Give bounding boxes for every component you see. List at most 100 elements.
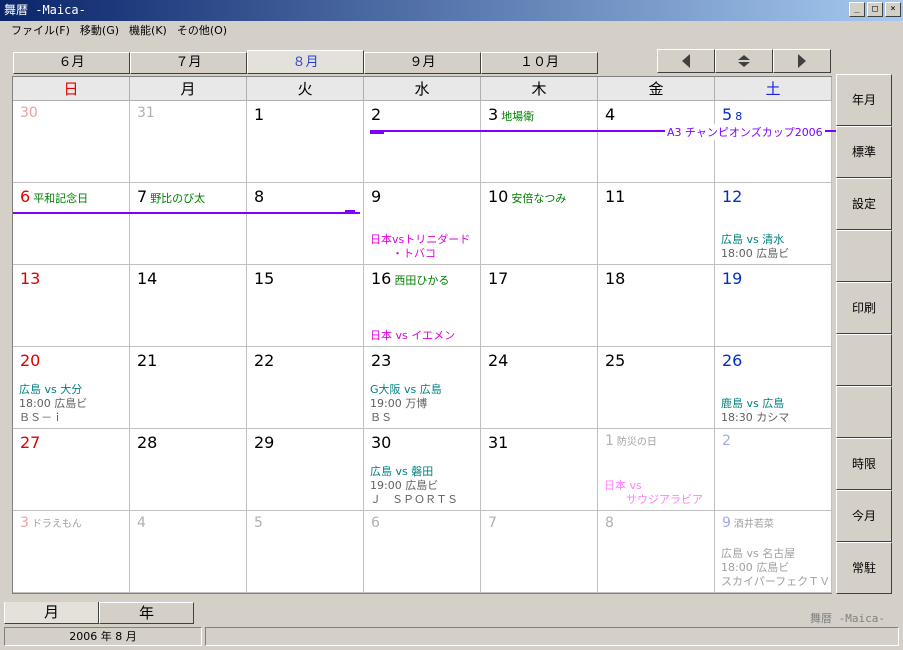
day-cell[interactable]: 3 ドラえもん: [13, 511, 130, 593]
day-cell[interactable]: 23 G大阪 vs 広島 19:00 万博 ＢＳ: [364, 347, 481, 429]
prev-month-button[interactable]: [657, 49, 715, 73]
day-cell[interactable]: 13: [13, 265, 130, 347]
side-button[interactable]: 今月: [836, 490, 892, 542]
day-cell[interactable]: 1: [247, 101, 364, 183]
event-text[interactable]: ＢＳ: [370, 411, 392, 425]
side-button[interactable]: 印刷: [836, 282, 892, 334]
day-cell[interactable]: 7 野比のび太: [130, 183, 247, 265]
day-number-text: 6: [20, 187, 31, 206]
event-text[interactable]: ・トバコ: [370, 247, 436, 261]
tab-month-view[interactable]: 月: [4, 602, 99, 624]
day-cell[interactable]: 26 鹿島 vs 広島 18:30 カシマ: [715, 347, 832, 429]
day-cell[interactable]: 16 西田ひかる 日本 vs イエメン: [364, 265, 481, 347]
updown-button[interactable]: [715, 49, 773, 73]
day-cell[interactable]: 18: [598, 265, 715, 347]
day-cell[interactable]: 11: [598, 183, 715, 265]
close-button[interactable]: ×: [885, 2, 901, 17]
day-cell[interactable]: 27: [13, 429, 130, 511]
event-text[interactable]: 18:00 広島ビ: [721, 561, 789, 575]
tab-october[interactable]: １０月: [481, 52, 598, 74]
side-button[interactable]: [836, 230, 892, 282]
day-number-text: 5: [254, 515, 263, 531]
event-text[interactable]: 広島 vs 名古屋: [721, 547, 795, 561]
day-cell[interactable]: 3 地場衛: [481, 101, 598, 183]
day-cell[interactable]: 9 日本vsトリニダード ・トバコ: [364, 183, 481, 265]
day-number: 22: [254, 351, 274, 370]
event-text[interactable]: ＢＳ－ｉ: [19, 411, 63, 425]
event-text[interactable]: 日本 vs: [604, 479, 642, 493]
tab-june[interactable]: ６月: [13, 52, 130, 74]
event-text[interactable]: G大阪 vs 広島: [370, 383, 442, 397]
tab-august[interactable]: ８月: [247, 50, 364, 74]
event-bar-marker[interactable]: [370, 132, 384, 134]
side-button[interactable]: 常駐: [836, 542, 892, 594]
day-cell[interactable]: 30 広島 vs 磐田 19:00 広島ビ Ｊ ＳＰＯＲＴＳ: [364, 429, 481, 511]
event-text[interactable]: 広島 vs 大分: [19, 383, 82, 397]
day-cell[interactable]: 5: [247, 511, 364, 593]
day-cell[interactable]: 20 広島 vs 大分 18:00 広島ビ ＢＳ－ｉ: [13, 347, 130, 429]
day-cell[interactable]: 17: [481, 265, 598, 347]
day-cell[interactable]: 29: [247, 429, 364, 511]
tab-july[interactable]: ７月: [130, 52, 247, 74]
day-cell[interactable]: 2: [364, 101, 481, 183]
day-cell[interactable]: 4: [130, 511, 247, 593]
side-button[interactable]: [836, 334, 892, 386]
day-cell[interactable]: 31: [130, 101, 247, 183]
tab-september[interactable]: ９月: [364, 52, 481, 74]
menu-other[interactable]: その他(O): [172, 21, 232, 41]
day-cell[interactable]: 7: [481, 511, 598, 593]
day-cell[interactable]: 22: [247, 347, 364, 429]
day-cell[interactable]: 4: [598, 101, 715, 183]
event-text[interactable]: 18:30 カシマ: [721, 411, 789, 425]
side-button[interactable]: 設定: [836, 178, 892, 230]
day-cell[interactable]: 2: [715, 429, 832, 511]
event-text[interactable]: 日本 vs イエメン: [370, 329, 455, 343]
event-bar-week2[interactable]: [13, 212, 360, 214]
day-cell[interactable]: 19: [715, 265, 832, 347]
event-text[interactable]: サウジアラビア: [604, 493, 703, 507]
day-cell[interactable]: 6: [364, 511, 481, 593]
day-number-text: 20: [20, 351, 41, 370]
day-cell[interactable]: 21: [130, 347, 247, 429]
anniversary-label: 8: [735, 110, 743, 123]
day-cell[interactable]: 1 防災の日 日本 vs サウジアラビア: [598, 429, 715, 511]
day-cell[interactable]: 8: [598, 511, 715, 593]
event-text[interactable]: Ｊ ＳＰＯＲＴＳ: [370, 493, 458, 507]
tab-year-view[interactable]: 年: [99, 602, 194, 624]
event-bar-label[interactable]: A3 チャンピオンズカップ2006: [665, 124, 825, 140]
day-cell[interactable]: 9 酒井若菜 広島 vs 名古屋 18:00 広島ビ スカイパーフェクＴＶ: [715, 511, 832, 593]
day-cell[interactable]: 6 平和記念日: [13, 183, 130, 265]
event-bar-marker[interactable]: [345, 210, 355, 212]
event-text[interactable]: 鹿島 vs 広島: [721, 397, 784, 411]
day-cell[interactable]: 15: [247, 265, 364, 347]
event-text[interactable]: 18:00 広島ビ: [19, 397, 87, 411]
maximize-button[interactable]: □: [867, 2, 883, 17]
day-cell[interactable]: 24: [481, 347, 598, 429]
event-text[interactable]: 19:00 万博: [370, 397, 427, 411]
day-cell[interactable]: 30: [13, 101, 130, 183]
side-button[interactable]: 時限: [836, 438, 892, 490]
day-cell[interactable]: 12 広島 vs 清水 18:00 広島ビ: [715, 183, 832, 265]
minimize-button[interactable]: _: [849, 2, 865, 17]
day-number: 17: [488, 269, 508, 288]
menu-function[interactable]: 機能(K): [124, 21, 172, 41]
day-cell[interactable]: 28: [130, 429, 247, 511]
event-text[interactable]: 18:00 広島ビ: [721, 247, 789, 261]
day-cell[interactable]: 8: [247, 183, 364, 265]
event-text[interactable]: 広島 vs 磐田: [370, 465, 433, 479]
side-button[interactable]: 年月: [836, 74, 892, 126]
menu-move[interactable]: 移動(G): [75, 21, 124, 41]
side-button[interactable]: 標準: [836, 126, 892, 178]
day-cell[interactable]: 58: [715, 101, 832, 183]
menu-file[interactable]: ファイル(F): [6, 21, 75, 41]
event-text[interactable]: スカイパーフェクＴＶ: [721, 575, 830, 589]
day-cell[interactable]: 25: [598, 347, 715, 429]
day-cell[interactable]: 10 安倍なつみ: [481, 183, 598, 265]
next-month-button[interactable]: [773, 49, 831, 73]
event-text[interactable]: 19:00 広島ビ: [370, 479, 438, 493]
event-text[interactable]: 日本vsトリニダード: [370, 233, 470, 247]
day-cell[interactable]: 31: [481, 429, 598, 511]
side-button[interactable]: [836, 386, 892, 438]
event-text[interactable]: 広島 vs 清水: [721, 233, 784, 247]
day-cell[interactable]: 14: [130, 265, 247, 347]
